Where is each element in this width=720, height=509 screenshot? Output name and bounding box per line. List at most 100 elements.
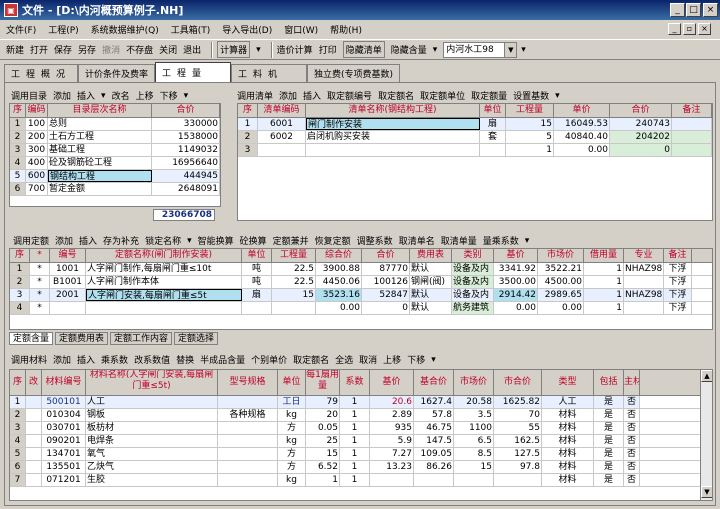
tab-quantities[interactable]: 工程量 [155,62,232,82]
hide-content-button[interactable]: 隐藏含量 [391,43,427,56]
material-row[interactable]: 5 134701 氧气方 15 1 7.27 109.05 8.5 127.5 材料是否 [10,448,712,461]
quota-row[interactable]: 1 * 1001 人字闸门制作,每扇闸门重≤10t 吨 22.5 3900.88 87770 默… [10,263,712,276]
bills-row[interactable]: 2 6002 启闭机购买安装套 5 40840.40 204202 [238,131,712,144]
save-as-button[interactable]: 另存 [78,43,96,56]
tree-dropdown-icon[interactable]: ▾ [101,91,106,101]
menu-help[interactable]: 帮助(H) [330,23,362,36]
call-material-button[interactable]: 调用材料 [11,353,47,366]
tab-quota-selection[interactable]: 定额选择 [174,332,219,345]
materials-more-icon[interactable]: ▾ [431,355,436,365]
bills-add-button[interactable]: 添加 [279,89,297,102]
minimize-button[interactable]: _ [670,3,685,17]
tree-insert-button[interactable]: 插入 [77,89,95,102]
mdi-close-button[interactable]: × [698,23,711,35]
quantity-multiply-button[interactable]: 量乘系数 [483,234,519,247]
quota-insert-button[interactable]: 插入 [79,234,97,247]
save-button[interactable]: 保存 [54,43,72,56]
tab-labor-material-machine[interactable]: 工料机 [231,64,308,82]
quota-grid[interactable]: 序 * 编号 定额名称(闸门制作安装) 单位 工程量 综合价 合价 费用表 类别… [9,248,713,330]
take-quota-name-material-button[interactable]: 取定额名 [293,353,329,366]
call-directory-button[interactable]: 调用目录 [11,89,47,102]
scroll-track[interactable] [701,382,712,486]
concrete-conversion-button[interactable]: 砼换算 [240,234,267,247]
tree-row[interactable]: 2 200 土石方工程 1538000 [10,131,220,144]
material-insert-button[interactable]: 插入 [77,353,95,366]
quota-row[interactable]: 2 * B1001 人字闸门制作本体吨 22.5 4450.06 100126 钢闸(阀) 设备… [10,276,712,289]
material-move-down-button[interactable]: 下移 [407,353,425,366]
tab-quota-work-content[interactable]: 定额工作内容 [110,332,173,345]
bills-grid[interactable]: 序 清单编码 清单名称(钢结构工程) 单位 工程量 单价 合价 备注 1 6001… [237,103,713,221]
tree-row-selected[interactable]: 5 600 钢结构工程 444945 [10,170,220,183]
calculator-button[interactable]: 计算器 [217,41,251,58]
tree-move-down-button[interactable]: 下移 [160,89,178,102]
tree-row[interactable]: 1 100 总则 330000 [10,118,220,131]
take-bill-name-button[interactable]: 取清单名 [399,234,435,247]
quota-add-button[interactable]: 添加 [55,234,73,247]
smart-conversion-button[interactable]: 智能换算 [198,234,234,247]
quota-more-icon[interactable]: ▾ [525,236,530,246]
take-quota-code-button[interactable]: 取定额编号 [327,89,372,102]
bills-insert-button[interactable]: 插入 [303,89,321,102]
multiply-coefficient-button[interactable]: 乘系数 [101,353,128,366]
lock-name-button[interactable]: 锁定名称 [145,234,181,247]
take-quota-name-button[interactable]: 取定额名 [378,89,414,102]
toolbar-more-icon[interactable]: ▾ [521,45,526,55]
tree-row[interactable]: 6 700 暂定金额 2648091 [10,183,220,196]
cost-calc-button[interactable]: 造价计算 [277,43,313,56]
material-row[interactable]: 7 071201 生胶 kg 1 1 材料是否 [10,474,712,487]
adjust-coefficient-button[interactable]: 调整系数 [357,234,393,247]
menu-window[interactable]: 窗口(W) [284,23,318,36]
quota-row[interactable]: 4 * 0.00 0 默认 航务建筑 0.00 0.00 1 下浮 [10,302,712,315]
menu-import-export[interactable]: 导入导出(D) [222,23,272,36]
tab-quota-content[interactable]: 定额含量 [9,332,54,345]
tab-pricing-conditions[interactable]: 计价条件及费率 [78,64,156,82]
material-add-button[interactable]: 添加 [53,353,71,366]
material-move-up-button[interactable]: 上移 [383,353,401,366]
tree-add-button[interactable]: 添加 [53,89,71,102]
bills-row[interactable]: 3 1 0.00 0 [238,144,712,157]
menu-file[interactable]: 文件(F) [6,23,36,36]
maximize-button[interactable]: □ [686,3,701,17]
take-quota-unit-button[interactable]: 取定额单位 [420,89,465,102]
material-row[interactable]: 4 090201 电焊条 kg 25 1 5.9 147.5 6.5 162.5 材料是否 [10,435,712,448]
close-button[interactable]: × [703,3,718,17]
undo-button[interactable]: 撤消 [102,43,120,56]
menu-data-maintenance[interactable]: 系统数据维护(Q) [91,23,159,36]
calculator-dropdown-icon[interactable]: ▾ [256,45,261,55]
select-all-button[interactable]: 全选 [335,353,353,366]
materials-grid[interactable]: 序 改 材料编号 材料名称(人字闸门安装,每扇闸门重≤5t) 型号规格 单位 每… [9,369,713,501]
quota-row-selected[interactable]: 3 * 2001 人字闸门安装,每扇闸门重≤5t 扇 15 3523.16 52847 默认 设备… [10,289,712,302]
restore-quota-button[interactable]: 恢复定额 [315,234,351,247]
cancel-button[interactable]: 取消 [359,353,377,366]
material-row[interactable]: 2 010304 钢板 各种规格 kg 20 1 2.89 57.8 3.5 70 材料是否 [10,409,712,422]
call-quota-button[interactable]: 调用定额 [13,234,49,247]
material-row[interactable]: 3 030701 板枋材方 0.05 1 935 46.75 1100 55 材料是否 [10,422,712,435]
tree-move-up-button[interactable]: 上移 [136,89,154,102]
material-row-selected[interactable]: 1 500101 人工 工日 79 1 20.6 1627.4 20.58 1625.82 人工是否 [10,396,712,409]
tab-independent-fees[interactable]: 独立费(专项费基数) [307,64,401,82]
tree-rename-button[interactable]: 改名 [112,89,130,102]
material-row[interactable]: 6 135501 乙炔气方 6.52 1 13.23 86.26 15 97.8 材料是否 [10,461,712,474]
new-button[interactable]: 新建 [6,43,24,56]
mdi-minimize-button[interactable]: _ [668,23,681,35]
app-icon[interactable]: ▣ [4,3,18,17]
no-save-button[interactable]: 不存盘 [126,43,153,56]
bills-row-selected[interactable]: 1 6001 闸门制作安装扇 15 16049.53 240743 [238,118,712,131]
tab-quota-fee-table[interactable]: 定额费用表 [55,332,109,345]
quota-merge-button[interactable]: 定额兼并 [273,234,309,247]
chevron-down-icon[interactable]: ▼ [504,42,517,57]
scroll-up-icon[interactable]: ▲ [701,370,712,382]
materials-scrollbar[interactable]: ▲ ▼ [700,370,712,500]
change-coefficient-button[interactable]: 改系数值 [134,353,170,366]
close-doc-button[interactable]: 关闭 [159,43,177,56]
tree-row[interactable]: 4 400 砼及钢筋砼工程 16956640 [10,157,220,170]
bills-more-icon[interactable]: ▾ [555,91,560,101]
exit-button[interactable]: 退出 [183,43,201,56]
tree-more-icon[interactable]: ▾ [184,91,189,101]
directory-tree-grid[interactable]: 序 编码 目录层次名称 合价 1 100 总则 330000 2 200 土石方工程 153… [9,103,221,207]
replace-button[interactable]: 替换 [176,353,194,366]
set-base-button[interactable]: 设置基数 [513,89,549,102]
print-button[interactable]: 打印 [319,43,337,56]
take-bill-quantity-button[interactable]: 取清单量 [441,234,477,247]
quota-library-select[interactable]: 内河水工98 ▼ [443,41,518,58]
